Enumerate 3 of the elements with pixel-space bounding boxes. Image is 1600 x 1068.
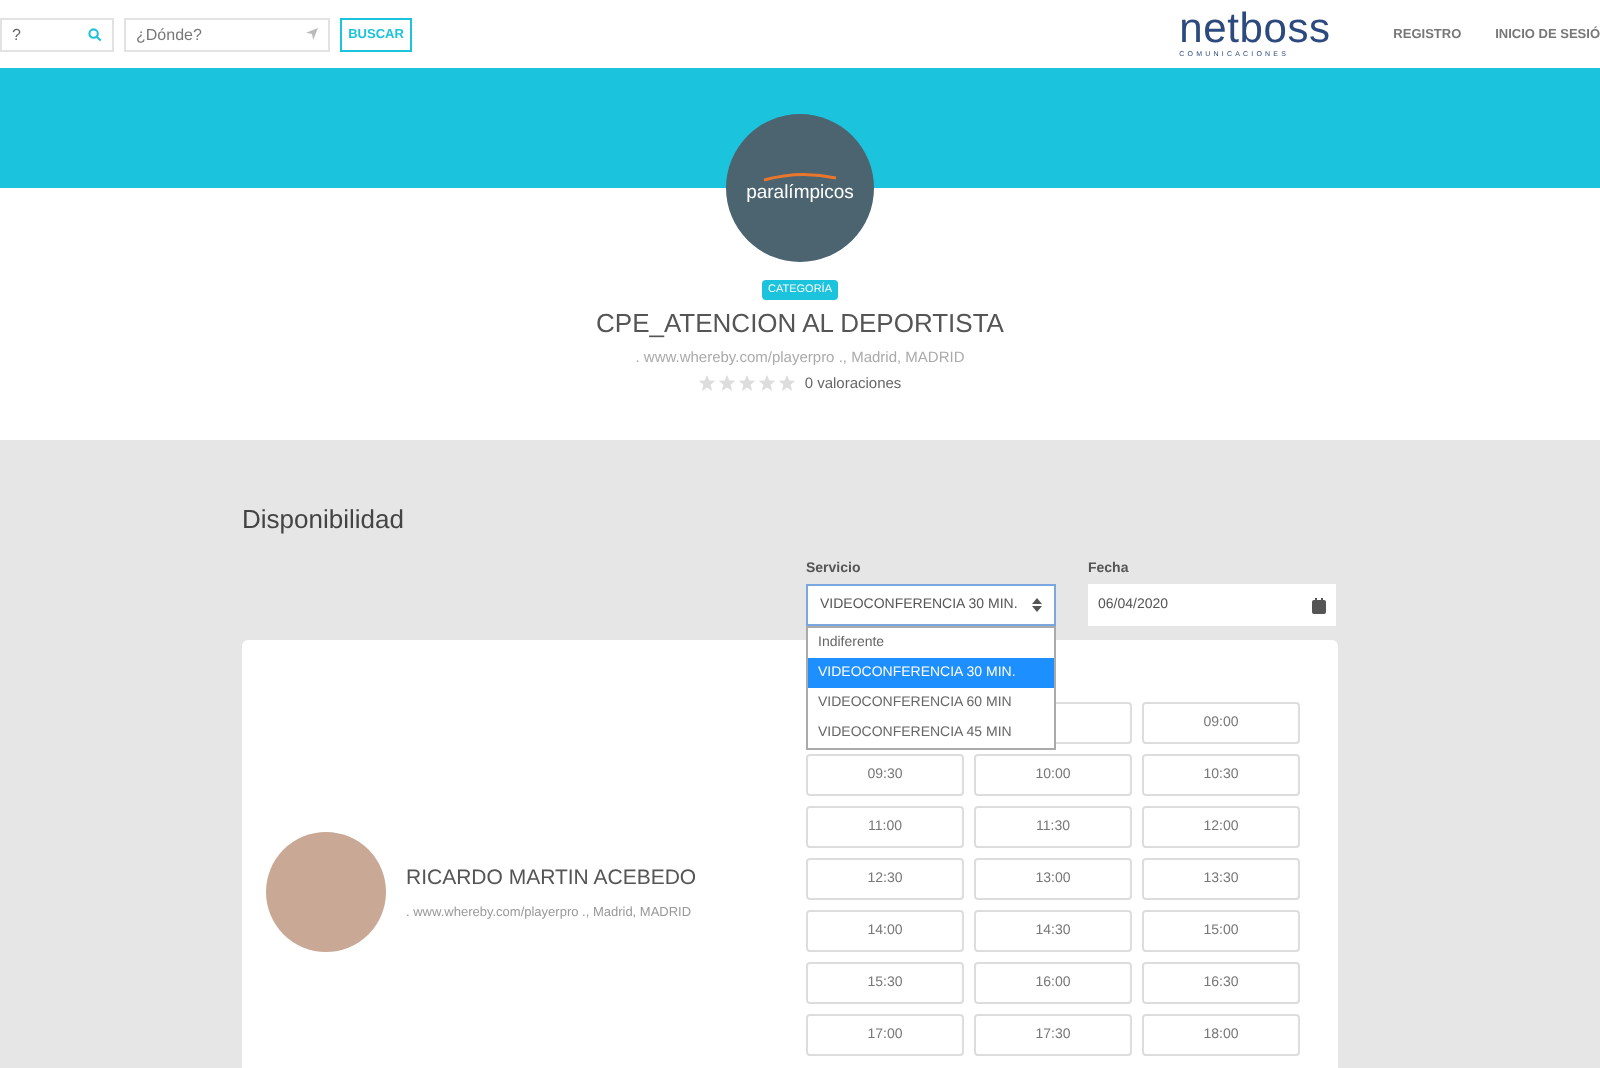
profile-title: CPE_ATENCION AL DEPORTISTA	[596, 308, 1004, 338]
section-title: Disponibilidad	[242, 504, 406, 534]
professional-name: RICARDO MARTIN ACEBEDO	[406, 865, 697, 889]
